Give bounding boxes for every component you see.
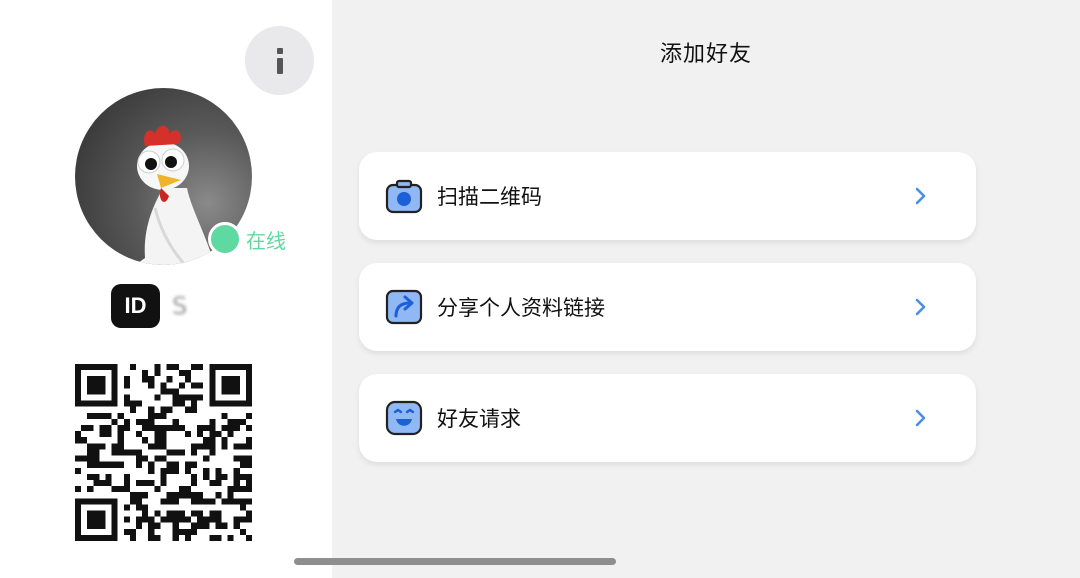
online-dot bbox=[208, 222, 242, 256]
friend-requests-item[interactable]: 好友请求 bbox=[359, 374, 976, 462]
id-badge-icon: ID bbox=[111, 284, 160, 328]
friend-requests-label: 好友请求 bbox=[437, 407, 521, 431]
smiley-icon bbox=[385, 400, 423, 436]
profile-panel: 在线 ID S bbox=[0, 0, 332, 578]
share-profile-link-item[interactable]: 分享个人资料链接 bbox=[359, 263, 976, 351]
scan-qr-code-item[interactable]: 扫描二维码 bbox=[359, 152, 976, 240]
qr-code[interactable] bbox=[75, 364, 252, 541]
user-id-value: S bbox=[172, 292, 188, 320]
share-profile-link-label: 分享个人资料链接 bbox=[437, 296, 605, 320]
online-status: 在线 bbox=[208, 222, 286, 256]
page-title: 添加好友 bbox=[659, 42, 752, 67]
chevron-right-icon bbox=[915, 298, 926, 316]
share-icon bbox=[385, 289, 423, 325]
chevron-right-icon bbox=[915, 187, 926, 205]
qr-code-image bbox=[75, 364, 252, 541]
user-id-row[interactable]: ID S bbox=[111, 284, 187, 328]
chevron-right-icon bbox=[915, 409, 926, 427]
home-indicator[interactable] bbox=[294, 558, 616, 565]
info-button[interactable] bbox=[245, 26, 314, 95]
info-icon bbox=[276, 47, 283, 74]
scan-qr-code-label: 扫描二维码 bbox=[437, 185, 542, 209]
add-friend-panel: 添加好友 扫描二维码 分享个人资料链接 好友请求 bbox=[332, 0, 1080, 578]
online-label: 在线 bbox=[246, 228, 286, 253]
camera-icon bbox=[385, 179, 423, 214]
